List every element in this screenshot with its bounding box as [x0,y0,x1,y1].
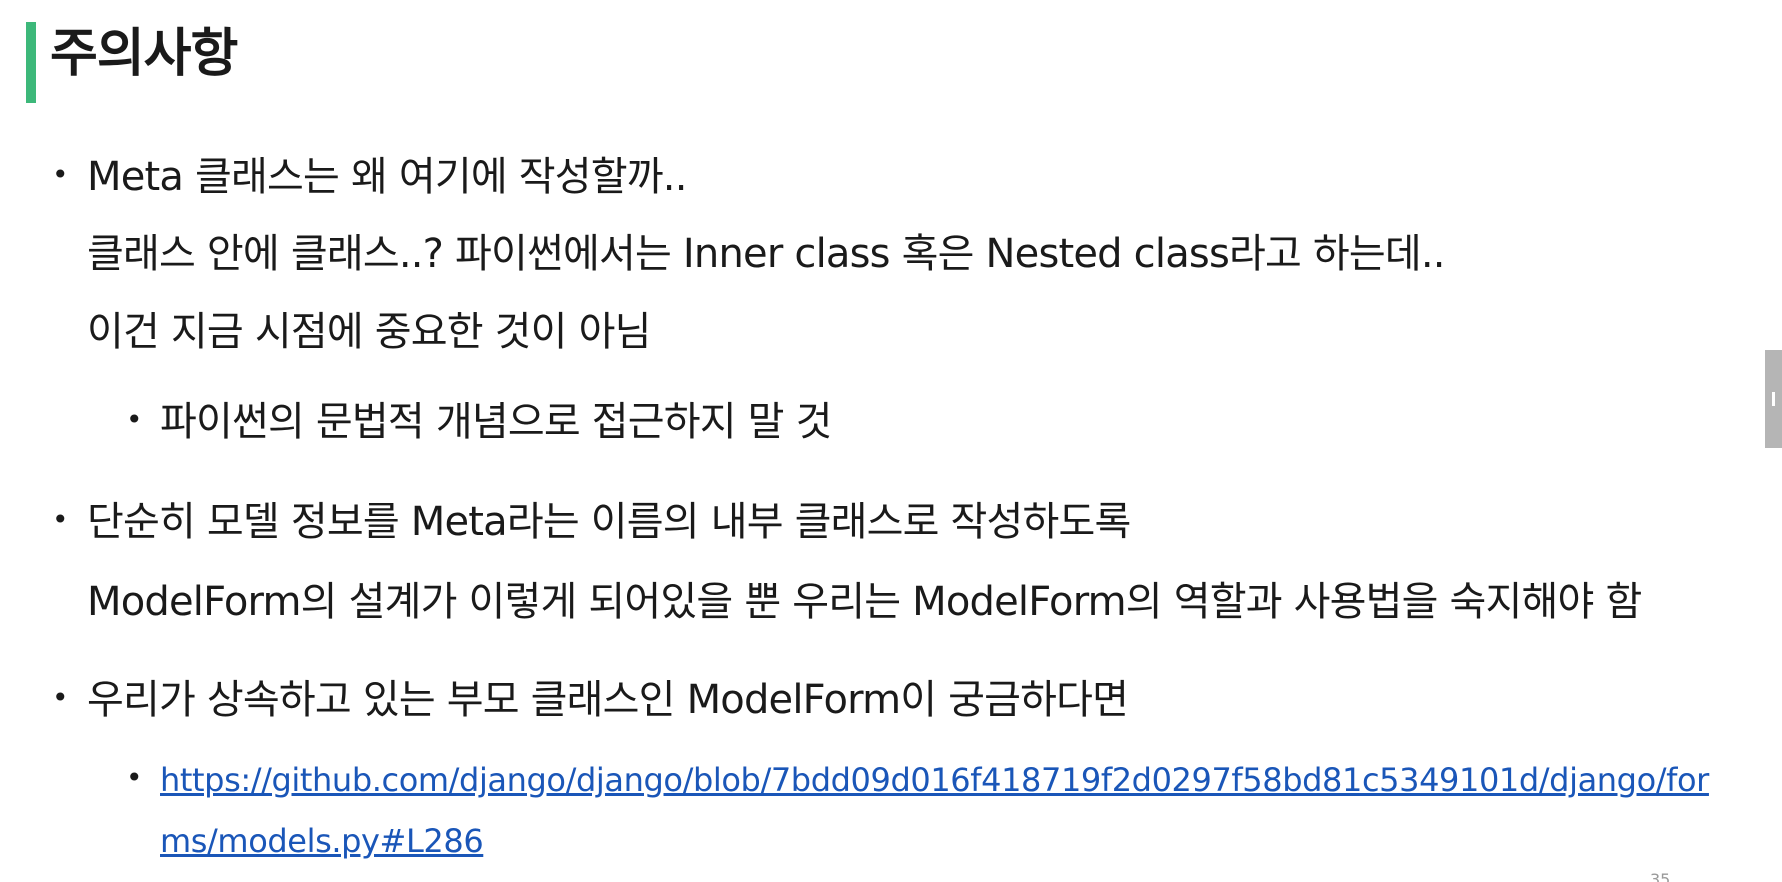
bullet-2-line-2: ModelForm의 설계가 이렇게 되어있을 뿐 우리는 ModelForm의… [87,579,1642,625]
bullet-dot: • [52,158,69,191]
bullet-dot: • [52,681,69,714]
bullet-3-line-1: 우리가 상속하고 있는 부모 클래스인 ModelForm이 궁금하다면 [87,677,1129,723]
side-scroll-tab[interactable] [1765,350,1782,448]
bullet-2-line-1: 단순히 모델 정보를 Meta라는 이름의 내부 클래스로 작성하도록 [87,499,1131,545]
bullet-1-line-1: Meta 클래스는 왜 여기에 작성할까.. [87,154,687,200]
side-tab-marker [1772,392,1775,406]
page-number: 35 [1650,870,1671,882]
modelform-source-link-cont[interactable]: ms/models.py#L286 [160,822,484,860]
bullet-1-line-3: 이건 지금 시점에 중요한 것이 아님 [87,309,651,355]
bullet-1-line-2: 클래스 안에 클래스..? 파이썬에서는 Inner class 혹은 Nest… [87,231,1446,277]
bullet-dot: • [52,503,69,536]
slide: 주의사항 • Meta 클래스는 왜 여기에 작성할까.. 클래스 안에 클래스… [0,0,1782,882]
slide-title: 주의사항 [50,24,238,84]
sub-bullet-dot: • [126,403,143,436]
sub-bullet-dot: • [126,761,143,794]
modelform-source-link[interactable]: https://github.com/django/django/blob/7b… [160,764,1709,796]
title-accent-bar [26,22,36,103]
bullet-1-sub-1-text: 파이썬의 문법적 개념으로 접근하지 말 것 [160,399,832,445]
modelform-source-link-line-2[interactable]: ms/models.py#L286 [160,822,484,860]
